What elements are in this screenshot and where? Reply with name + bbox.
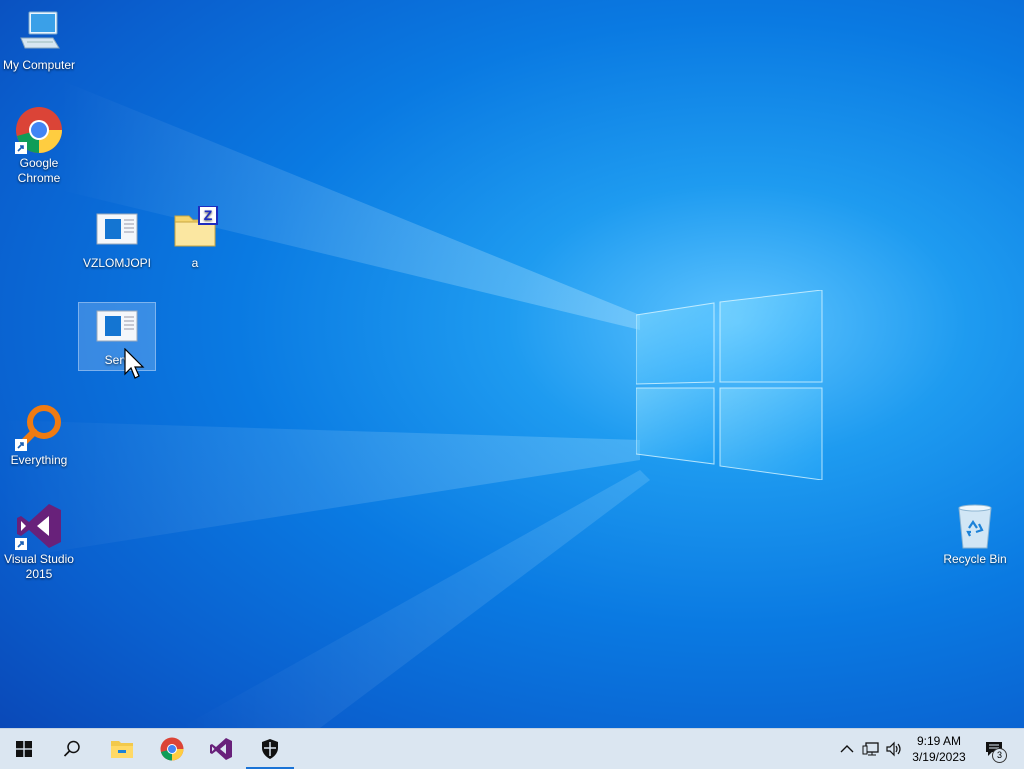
desktop-icon-label: My Computer	[2, 58, 76, 72]
taskbar-file-explorer[interactable]	[98, 729, 146, 769]
application-window-icon	[93, 303, 141, 351]
shortcut-arrow-icon	[15, 538, 27, 550]
desktop-icon-a[interactable]: Z a	[157, 205, 233, 271]
visual-studio-icon	[15, 502, 63, 550]
chrome-icon	[160, 737, 184, 761]
shortcut-arrow-icon	[15, 142, 27, 154]
start-button[interactable]	[0, 729, 48, 769]
zip-folder-icon: Z	[171, 205, 219, 254]
desktop-icon-vzlomjopi[interactable]: VZLOMJOPI	[79, 206, 155, 271]
taskbar-visual-studio[interactable]	[197, 729, 245, 769]
search-button[interactable]	[48, 729, 96, 769]
volume-tray-button[interactable]	[884, 739, 904, 759]
mouse-cursor-icon	[124, 348, 145, 379]
desktop-icon-label: Visual Studio 2015	[4, 552, 74, 581]
svg-text:Z: Z	[204, 207, 213, 223]
windows-start-icon	[16, 741, 32, 757]
desktop-icon-label: Recycle Bin	[943, 552, 1007, 566]
computer-icon	[15, 8, 63, 56]
file-explorer-icon	[111, 741, 133, 758]
windows-logo-wallpaper	[636, 290, 823, 480]
desktop-icon-visual-studio[interactable]: Visual Studio 2015	[1, 502, 77, 582]
taskbar-chrome[interactable]	[148, 729, 196, 769]
desktop-icon-label: a	[191, 256, 199, 270]
desktop-icon-everything[interactable]: Everything	[1, 403, 77, 468]
show-hidden-icons-button[interactable]	[837, 739, 857, 759]
action-center-button[interactable]: 3	[982, 739, 1007, 763]
visual-studio-icon	[210, 738, 232, 760]
desktop-icon-label: VZLOMJOPI	[82, 256, 151, 270]
desktop-icon-label: Google Chrome	[17, 156, 61, 185]
shortcut-arrow-icon	[15, 439, 27, 451]
clock-date: 3/19/2023	[912, 750, 966, 764]
clock-time: 9:19 AM	[916, 734, 962, 748]
desktop-icon-my-computer[interactable]: My Computer	[1, 8, 77, 73]
notification-count-badge: 3	[992, 748, 1007, 763]
taskbar: 9:19 AM 3/19/2023 3	[0, 728, 1024, 769]
chrome-icon	[15, 106, 63, 154]
search-icon	[63, 740, 80, 757]
taskbar-windows-security[interactable]	[246, 729, 294, 769]
chevron-up-icon	[840, 745, 854, 753]
desktop-icon-recycle-bin[interactable]: Recycle Bin	[937, 502, 1013, 567]
network-icon	[862, 742, 879, 756]
everything-search-icon	[15, 403, 63, 451]
application-window-icon	[93, 206, 141, 254]
recycle-bin-icon	[951, 502, 999, 550]
network-tray-button[interactable]	[861, 739, 881, 759]
taskbar-clock[interactable]: 9:19 AM 3/19/2023	[904, 733, 974, 765]
desktop-icon-google-chrome[interactable]: Google Chrome	[1, 106, 77, 186]
desktop-icon-label: Everything	[10, 453, 68, 467]
speaker-icon	[886, 741, 901, 757]
security-shield-icon	[262, 739, 278, 759]
